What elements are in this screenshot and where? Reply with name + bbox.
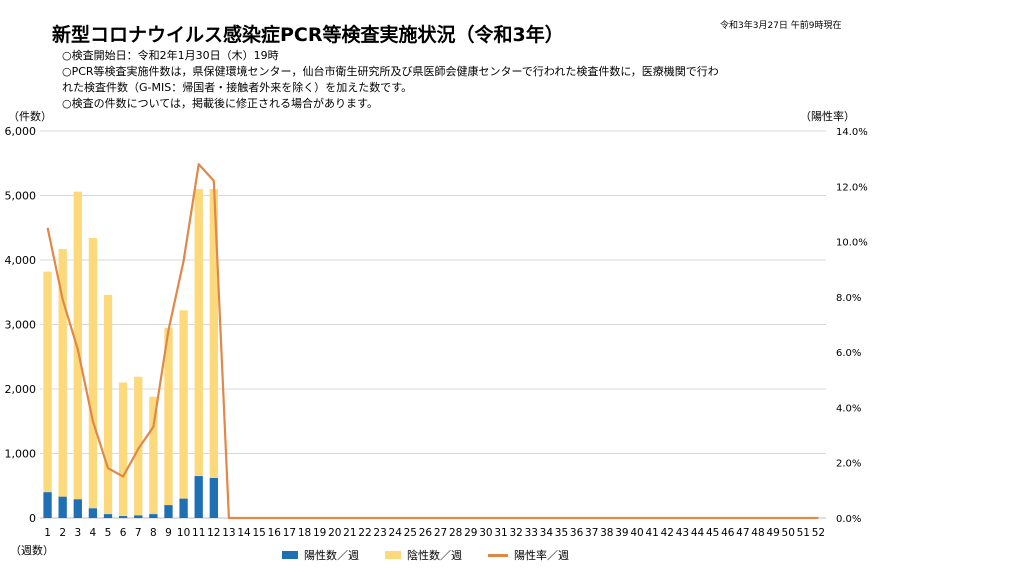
x-tick-label: 45 [706,527,719,539]
legend-swatch-rate [488,553,508,557]
bar-positive [149,514,158,518]
bar-positive [209,478,218,518]
bar-negative [73,191,82,500]
legend-item-positive: 陽性数／週 [282,547,359,563]
x-tick-label: 6 [120,527,127,539]
x-tick-label: 13 [222,527,235,539]
x-tick-label: 35 [555,527,568,539]
x-tick-label: 17 [283,527,296,539]
x-tick-label: 51 [797,527,810,539]
bar-positive [179,498,188,518]
y-tick-label: 3,000 [5,319,37,332]
x-tick-label: 9 [165,527,172,539]
x-tick-label: 29 [464,527,477,539]
rate-line [46,163,819,520]
bar-positive [118,516,128,518]
legend-label-rate: 陽性率／週 [514,549,569,562]
x-tick-label: 44 [691,527,705,539]
bar-positive [164,505,173,518]
bar-negative [43,271,52,493]
y2-tick-label: 14.0% [836,127,868,138]
y2-tick-label: 6.0% [836,348,861,359]
y-tick-label: 5,000 [5,190,37,203]
y-tick-label: 2,000 [5,383,37,396]
x-tick-label: 32 [509,527,522,539]
x-tick-label: 22 [358,527,371,539]
y-tick-label: 1,000 [5,448,37,461]
x-tick-label: 49 [766,527,779,539]
x-tick-label: 50 [782,527,795,539]
bar-negative [103,294,113,515]
y-tick-label: 6,000 [5,125,37,138]
y2-tick-label: 8.0% [836,293,861,304]
x-tick-label: 19 [313,527,326,539]
bar-negative [118,382,128,517]
x-tick-label: 27 [434,527,447,539]
x-tick-label: 31 [494,527,507,539]
bar-negative [194,189,203,477]
x-tick-label: 36 [570,527,584,539]
x-tick-label: 40 [630,527,643,539]
y2-tick-label: 4.0% [836,403,861,414]
x-tick-label: 11 [192,527,205,539]
x-tick-label: 23 [373,527,386,539]
x-tick-label: 5 [105,527,112,539]
y2-tick-label: 12.0% [836,182,868,193]
bar-positive [73,499,82,518]
legend-label-positive: 陽性数／週 [304,549,359,562]
x-tick-label: 34 [540,527,554,539]
x-tick-label: 1 [44,527,51,539]
x-tick-label: 4 [90,527,97,539]
y2-tick-label: 10.0% [836,238,868,249]
chart-svg: 0 1,000 2,000 3,000 4,000 5,000 6,000 0.0% 2.0% 4… [5,125,868,539]
bar-negative [88,238,98,509]
x-tick-label: 26 [419,527,433,539]
x-tick-label: 18 [298,527,311,539]
x-tick-label: 28 [449,527,462,539]
x-tick-label: 30 [479,527,492,539]
x-tick-label: 14 [237,527,251,539]
x-tick-label: 8 [150,527,157,539]
bar-positive [88,508,98,518]
x-tick-label: 52 [812,527,825,539]
y-tick-label: 4,000 [5,254,37,267]
x-tick-label: 21 [343,527,356,539]
legend-swatch-positive [282,551,298,559]
legend-item-negative: 陰性数／週 [385,547,462,563]
y-tick-label: 0 [29,512,36,525]
y2-tick-label: 0.0% [836,514,861,525]
x-tick-label: 46 [721,527,735,539]
x-tick-label: 38 [600,527,613,539]
legend-label-negative: 陰性数／週 [407,549,462,562]
x-tick-label: 15 [252,527,265,539]
bar-negative [179,310,188,499]
legend-swatch-negative [385,551,401,559]
x-tick-label: 20 [328,527,341,539]
bar-positive [58,496,67,518]
x-tick-label: 47 [736,527,749,539]
x-tick-label: 39 [615,527,628,539]
y2-tick-label: 2.0% [836,459,861,470]
bar-positive [194,476,203,518]
x-tick-label: 37 [585,527,598,539]
x-tick-label: 41 [645,527,658,539]
x-tick-label: 10 [177,527,190,539]
x-tick-label: 33 [525,527,538,539]
legend: 陽性数／週 陰性数／週 陽性率／週 [282,547,569,563]
x-tick-label: 3 [74,527,81,539]
x-tick-label: 25 [404,527,417,539]
x-tick-label: 43 [676,527,689,539]
bar-positive [43,492,52,518]
x-tick-label: 2 [59,527,66,539]
x-tick-label: 42 [661,527,674,539]
x-tick-label: 7 [135,527,142,539]
x-tick-label: 16 [268,527,282,539]
legend-item-rate: 陽性率／週 [488,547,569,563]
bar-positive [134,515,143,518]
x-tick-label: 48 [751,527,764,539]
x-tick-label: 12 [207,527,220,539]
x-tick-label: 24 [389,527,403,539]
bar-positive [103,514,113,518]
